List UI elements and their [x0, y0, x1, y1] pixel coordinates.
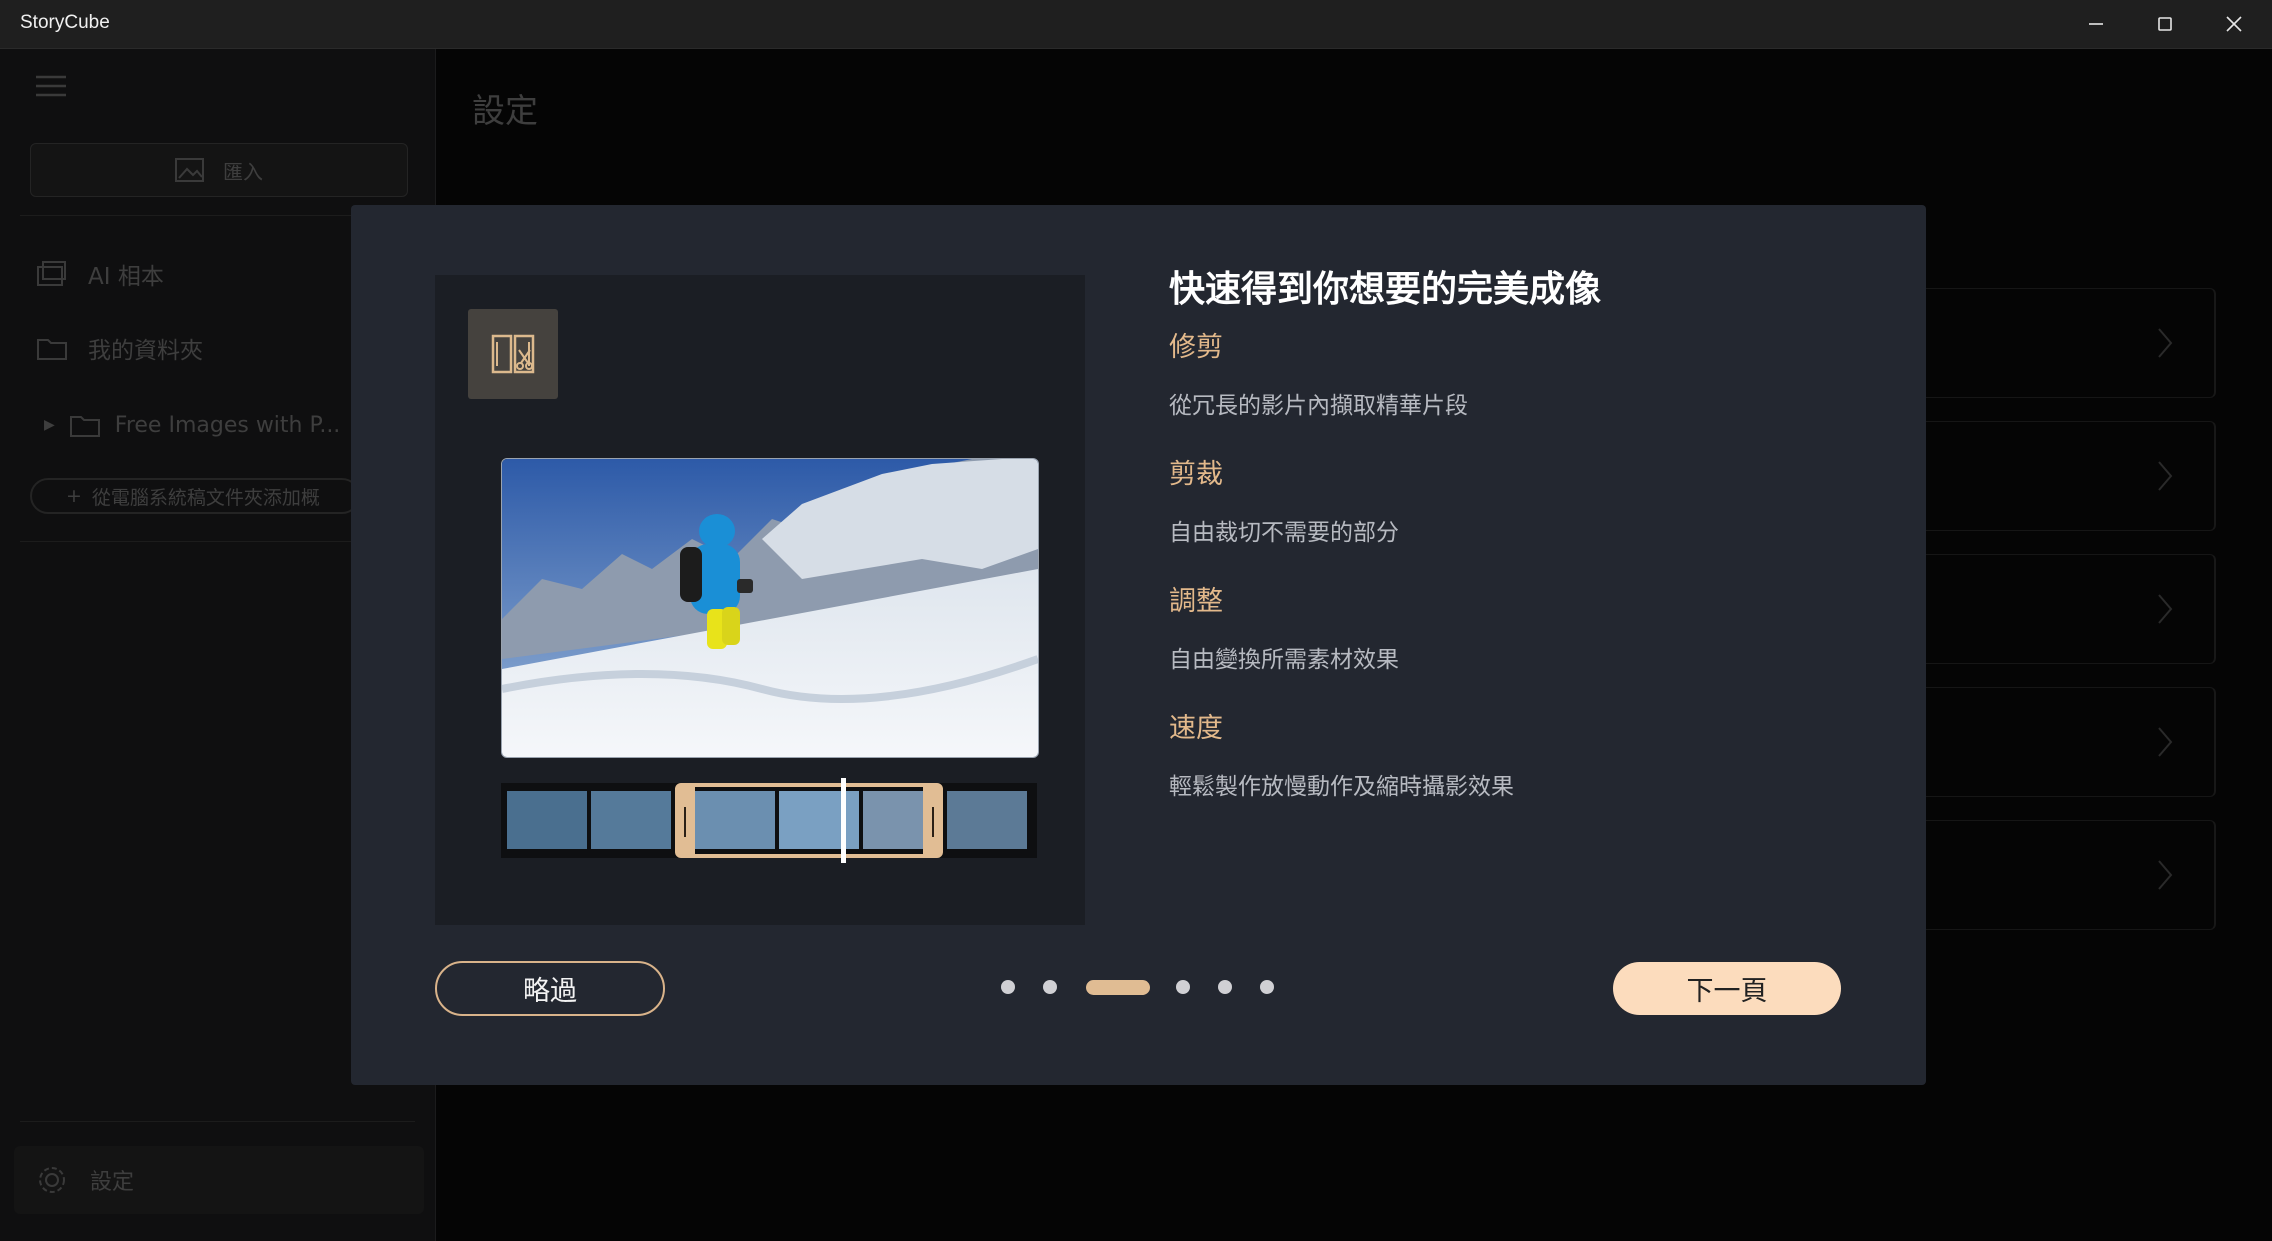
- feature-item: 調整 自由變換所需素材效果: [1169, 579, 1399, 674]
- close-button[interactable]: [2200, 0, 2268, 48]
- skip-button[interactable]: 略過: [435, 961, 665, 1016]
- page-dot[interactable]: [1043, 980, 1057, 994]
- folder-name: Free Images with P...: [114, 412, 341, 438]
- title-bar: StoryCube: [0, 0, 2272, 49]
- sidebar-item-settings[interactable]: 設定: [14, 1146, 424, 1214]
- settings-label: 設定: [90, 1170, 135, 1195]
- chevron-right-icon: [2158, 328, 2173, 358]
- trim-timeline[interactable]: [501, 778, 1037, 863]
- playhead[interactable]: [841, 778, 846, 863]
- add-folder-label: 從電腦系統稿文件夾添加概: [91, 486, 320, 509]
- sidebar-item-my-folders[interactable]: 我的資料夾: [36, 331, 203, 365]
- chevron-right-icon: [2158, 594, 2173, 624]
- maximize-icon: [2158, 17, 2172, 31]
- folder-icon: [69, 416, 100, 437]
- divider: [20, 1121, 415, 1122]
- feature-description: 自由變換所需素材效果: [1169, 647, 1399, 673]
- page-dot-active[interactable]: [1086, 980, 1150, 995]
- feature-title: 剪裁: [1169, 459, 1223, 490]
- close-icon: [2226, 16, 2242, 32]
- trim-end-handle[interactable]: [932, 807, 934, 837]
- hamburger-menu-button[interactable]: [36, 74, 66, 102]
- maximize-button[interactable]: [2131, 0, 2199, 48]
- feature-preview: [435, 275, 1085, 925]
- page-title: 設定: [472, 91, 538, 130]
- page-dot[interactable]: [1176, 980, 1190, 994]
- feature-item: 速度 輕鬆製作放慢動作及縮時攝影效果: [1169, 706, 1514, 801]
- timeline-frame: [947, 791, 1027, 849]
- trim-selection-handle[interactable]: [675, 783, 943, 858]
- settings-card[interactable]: [1908, 288, 2216, 398]
- settings-card[interactable]: [1908, 687, 2216, 797]
- onboarding-dialog: 快速得到你想要的完美成像 修剪 從冗長的影片內擷取精華片段 剪裁 自由裁切不需要…: [351, 205, 1926, 1085]
- timeline-frame: [591, 791, 671, 849]
- settings-card[interactable]: [1908, 421, 2216, 531]
- page-dot[interactable]: [1001, 980, 1015, 994]
- app-title: StoryCube: [20, 12, 110, 33]
- folder-tree-item[interactable]: ▶ Free Images with P...: [44, 411, 340, 439]
- feature-item: 剪裁 自由裁切不需要的部分: [1169, 452, 1399, 547]
- settings-card[interactable]: [1908, 820, 2216, 930]
- add-folder-button[interactable]: + 從電腦系統稿文件夾添加概: [30, 478, 360, 514]
- minimize-button[interactable]: [2062, 0, 2130, 48]
- page-dot[interactable]: [1260, 980, 1274, 994]
- folder-icon: [37, 339, 67, 360]
- feature-description: 自由裁切不需要的部分: [1169, 520, 1399, 546]
- feature-description: 輕鬆製作放慢動作及縮時攝影效果: [1169, 774, 1514, 800]
- ai-album-icon: [37, 261, 66, 286]
- sidebar-item-label: 我的資料夾: [88, 338, 203, 364]
- chevron-right-icon: [2158, 860, 2173, 890]
- gear-icon: [39, 1167, 65, 1193]
- sidebar-item-label: AI 相本: [88, 264, 164, 290]
- feature-title: 速度: [1169, 713, 1223, 744]
- video-trim-icon: [491, 334, 535, 374]
- plus-icon: +: [66, 485, 82, 507]
- import-button[interactable]: 匯入: [30, 143, 408, 197]
- minimize-icon: [2089, 23, 2103, 25]
- feature-title: 修剪: [1169, 332, 1223, 363]
- chevron-right-icon: [2158, 461, 2173, 491]
- feature-item: 修剪 從冗長的影片內擷取精華片段: [1169, 325, 1468, 420]
- chevron-right-icon: [2158, 727, 2173, 757]
- trim-start-handle[interactable]: [684, 807, 686, 837]
- import-label: 匯入: [223, 159, 263, 184]
- settings-card[interactable]: [1908, 554, 2216, 664]
- page-dot[interactable]: [1218, 980, 1232, 994]
- sidebar-item-ai-album[interactable]: AI 相本: [36, 257, 164, 291]
- next-page-button[interactable]: 下一頁: [1613, 962, 1841, 1015]
- feature-description: 從冗長的影片內擷取精華片段: [1169, 393, 1468, 419]
- trim-feature-badge: [468, 309, 558, 399]
- chevron-right-icon[interactable]: ▶: [44, 417, 55, 433]
- snowboarder-image: [502, 459, 1038, 757]
- timeline-frame: [507, 791, 587, 849]
- feature-title: 調整: [1169, 586, 1223, 617]
- import-image-icon: [175, 158, 204, 182]
- hamburger-icon: [36, 75, 66, 97]
- dialog-heading: 快速得到你想要的完美成像: [1169, 269, 1602, 310]
- video-preview-image: [501, 458, 1039, 758]
- feature-text: 快速得到你想要的完美成像 修剪 從冗長的影片內擷取精華片段 剪裁 自由裁切不需要…: [1169, 265, 1869, 800]
